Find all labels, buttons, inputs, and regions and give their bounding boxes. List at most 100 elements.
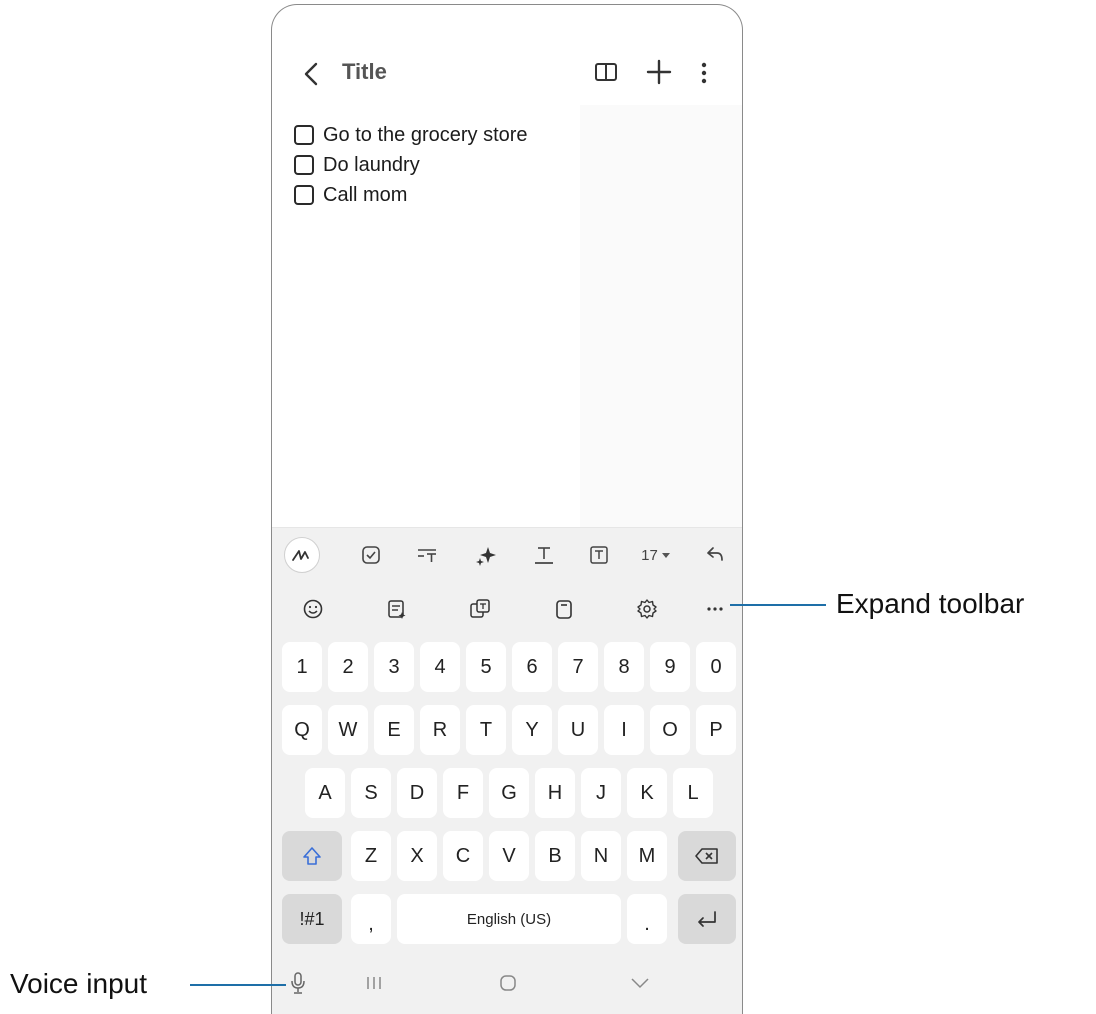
- chevron-down-icon: [631, 978, 649, 989]
- bottom-key-row: !#1 , English (US) .: [272, 894, 742, 944]
- key-6[interactable]: 6: [512, 642, 552, 692]
- key-v[interactable]: V: [489, 831, 529, 881]
- key-k[interactable]: K: [627, 768, 667, 818]
- text-edit-button[interactable]: [382, 594, 412, 624]
- key-a[interactable]: A: [305, 768, 345, 818]
- reading-mode-icon[interactable]: [594, 61, 618, 83]
- period-key[interactable]: .: [627, 894, 667, 944]
- navigation-bar: [272, 950, 742, 1014]
- checkbox[interactable]: [294, 125, 314, 145]
- key-7[interactable]: 7: [558, 642, 598, 692]
- key-1[interactable]: 1: [282, 642, 322, 692]
- keyboard-panel: 17 1 2 3 4 5 6 7 8 9 0 Q W E R T Y U I O…: [272, 527, 742, 1014]
- more-options-icon[interactable]: [697, 59, 711, 87]
- key-j[interactable]: J: [581, 768, 621, 818]
- settings-icon: [637, 599, 657, 619]
- backspace-key[interactable]: [678, 831, 736, 881]
- key-8[interactable]: 8: [604, 642, 644, 692]
- key-h[interactable]: H: [535, 768, 575, 818]
- key-f[interactable]: F: [443, 768, 483, 818]
- checklist-item-label: Go to the grocery store: [323, 123, 528, 146]
- expand-toolbar-leader-line: [730, 604, 826, 606]
- voice-input-button[interactable]: [286, 968, 310, 998]
- key-5[interactable]: 5: [466, 642, 506, 692]
- paragraph-style-icon: [418, 549, 436, 562]
- key-y[interactable]: Y: [512, 705, 552, 755]
- key-4[interactable]: 4: [420, 642, 460, 692]
- key-i[interactable]: I: [604, 705, 644, 755]
- pen-button[interactable]: [284, 537, 320, 573]
- pen-icon: [292, 550, 309, 561]
- key-9[interactable]: 9: [650, 642, 690, 692]
- ai-sparkle-icon: [476, 547, 496, 566]
- checklist-item[interactable]: Go to the grocery store: [294, 120, 528, 150]
- key-3[interactable]: 3: [374, 642, 414, 692]
- comma-key[interactable]: ,: [351, 894, 391, 944]
- plus-icon[interactable]: [646, 59, 672, 85]
- voice-input-leader-line: [190, 984, 286, 986]
- key-l[interactable]: L: [673, 768, 713, 818]
- undo-icon: [707, 547, 723, 561]
- ai-assist-button[interactable]: [471, 540, 501, 570]
- key-e[interactable]: E: [374, 705, 414, 755]
- note-title-input[interactable]: Title: [342, 59, 387, 85]
- microphone-icon: [291, 972, 305, 994]
- app-bar: Title: [272, 5, 742, 105]
- number-row: 1 2 3 4 5 6 7 8 9 0: [272, 642, 742, 692]
- key-m[interactable]: M: [627, 831, 667, 881]
- font-size-dropdown[interactable]: 17: [636, 540, 676, 570]
- key-q[interactable]: Q: [282, 705, 322, 755]
- expand-toolbar-icon: [707, 607, 723, 611]
- backspace-icon: [695, 848, 718, 864]
- checkbox[interactable]: [294, 185, 314, 205]
- translate-button[interactable]: [465, 594, 495, 624]
- key-2[interactable]: 2: [328, 642, 368, 692]
- key-o[interactable]: O: [650, 705, 690, 755]
- home-icon: [500, 975, 516, 991]
- key-n[interactable]: N: [581, 831, 621, 881]
- recent-apps-button[interactable]: [362, 968, 386, 998]
- letter-row-3: Z X C V B N M: [272, 831, 742, 881]
- expand-toolbar-button[interactable]: [700, 594, 730, 624]
- text-edit-icon: [388, 600, 406, 619]
- key-d[interactable]: D: [397, 768, 437, 818]
- key-s[interactable]: S: [351, 768, 391, 818]
- home-button[interactable]: [496, 968, 520, 998]
- voice-input-callout: Voice input: [10, 968, 147, 999]
- space-key[interactable]: English (US): [397, 894, 621, 944]
- checkbox[interactable]: [294, 155, 314, 175]
- key-u[interactable]: U: [558, 705, 598, 755]
- undo-button[interactable]: [700, 540, 730, 570]
- key-t[interactable]: T: [466, 705, 506, 755]
- clipboard-icon: [556, 600, 572, 619]
- checklist: Go to the grocery store Do laundry Call …: [294, 120, 528, 210]
- hide-keyboard-button[interactable]: [628, 968, 652, 998]
- side-panel-area: [580, 105, 742, 527]
- enter-key[interactable]: [678, 894, 736, 944]
- text-color-button[interactable]: [529, 540, 559, 570]
- key-0[interactable]: 0: [696, 642, 736, 692]
- key-p[interactable]: P: [696, 705, 736, 755]
- checklist-item-label: Do laundry: [323, 153, 420, 176]
- shift-key[interactable]: [282, 831, 342, 881]
- key-z[interactable]: Z: [351, 831, 391, 881]
- symbols-key[interactable]: !#1: [282, 894, 342, 944]
- key-r[interactable]: R: [420, 705, 460, 755]
- keyboard-toolbar: [272, 584, 742, 632]
- key-w[interactable]: W: [328, 705, 368, 755]
- key-c[interactable]: C: [443, 831, 483, 881]
- phone-screen: Title Go to the grocery store Do laundry…: [271, 4, 743, 1014]
- keyboard-settings-button[interactable]: [632, 594, 662, 624]
- checkbox-format-button[interactable]: [356, 540, 386, 570]
- text-box-button[interactable]: [584, 540, 614, 570]
- font-size-value: 17: [641, 546, 658, 564]
- clipboard-button[interactable]: [549, 594, 579, 624]
- emoji-button[interactable]: [298, 594, 328, 624]
- checklist-item[interactable]: Do laundry: [294, 150, 528, 180]
- back-icon[interactable]: [298, 57, 324, 91]
- paragraph-style-button[interactable]: [412, 540, 442, 570]
- key-x[interactable]: X: [397, 831, 437, 881]
- checklist-item[interactable]: Call mom: [294, 180, 528, 210]
- key-b[interactable]: B: [535, 831, 575, 881]
- key-g[interactable]: G: [489, 768, 529, 818]
